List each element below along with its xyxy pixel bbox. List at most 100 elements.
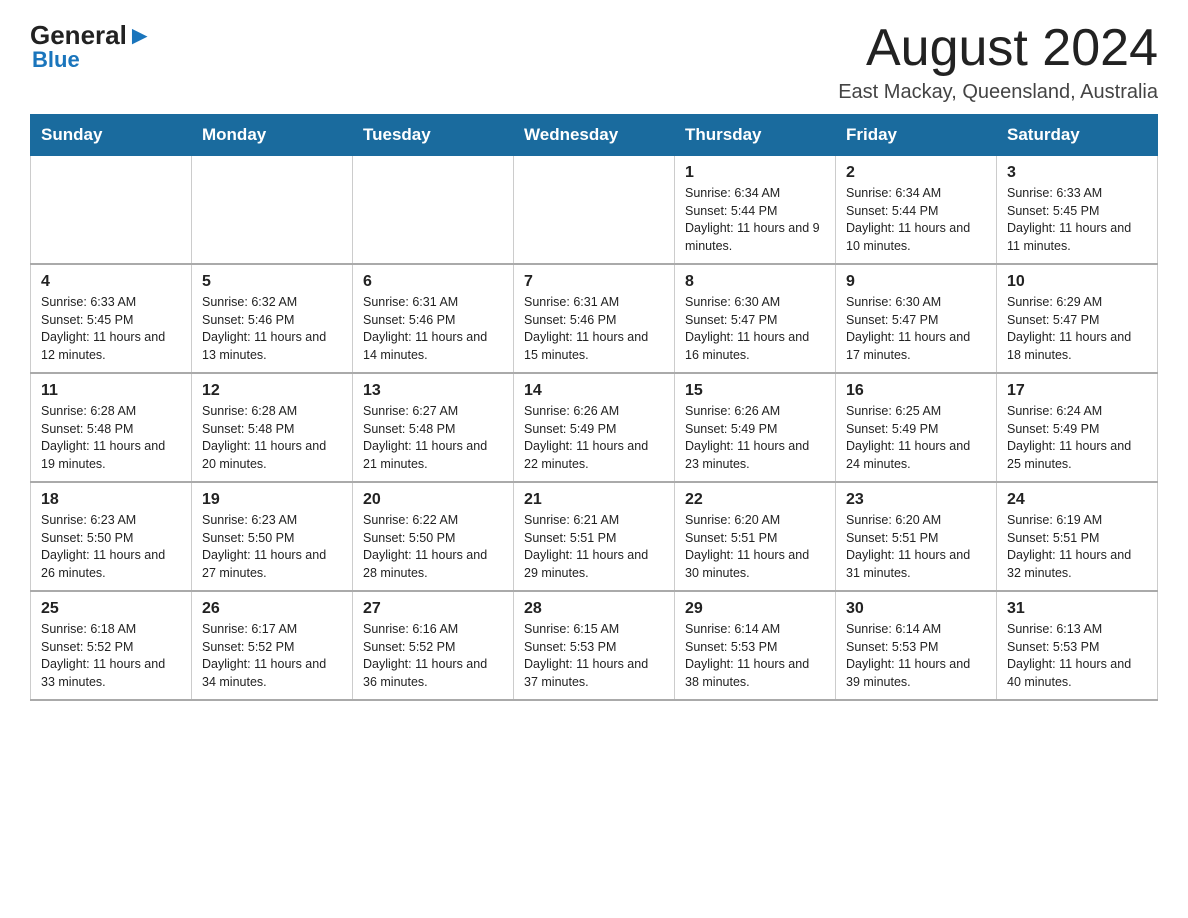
day-number: 8 [685, 273, 825, 291]
day-number: 13 [363, 382, 503, 400]
col-tuesday: Tuesday [353, 115, 514, 156]
day-number: 3 [1007, 164, 1147, 182]
day-info: Sunrise: 6:14 AMSunset: 5:53 PMDaylight:… [846, 622, 970, 689]
col-wednesday: Wednesday [514, 115, 675, 156]
calendar-week-5: 25Sunrise: 6:18 AMSunset: 5:52 PMDayligh… [31, 591, 1158, 700]
calendar-cell [514, 156, 675, 265]
day-number: 20 [363, 491, 503, 509]
day-info: Sunrise: 6:14 AMSunset: 5:53 PMDaylight:… [685, 622, 809, 689]
day-info: Sunrise: 6:32 AMSunset: 5:46 PMDaylight:… [202, 295, 326, 362]
calendar-cell: 28 Sunrise: 6:15 AMSunset: 5:53 PMDayligh… [514, 591, 675, 700]
day-info: Sunrise: 6:28 AMSunset: 5:48 PMDaylight:… [41, 404, 165, 471]
day-number: 12 [202, 382, 342, 400]
day-info: Sunrise: 6:33 AMSunset: 5:45 PMDaylight:… [1007, 186, 1131, 253]
day-number: 30 [846, 600, 986, 618]
day-number: 2 [846, 164, 986, 182]
calendar-cell [353, 156, 514, 265]
day-info: Sunrise: 6:23 AMSunset: 5:50 PMDaylight:… [202, 513, 326, 580]
calendar-cell: 29 Sunrise: 6:14 AMSunset: 5:53 PMDayligh… [675, 591, 836, 700]
calendar-cell: 25Sunrise: 6:18 AMSunset: 5:52 PMDayligh… [31, 591, 192, 700]
day-info: Sunrise: 6:34 AMSunset: 5:44 PMDaylight:… [685, 186, 820, 253]
calendar-cell: 1 Sunrise: 6:34 AMSunset: 5:44 PMDaylight… [675, 156, 836, 265]
calendar-cell: 17 Sunrise: 6:24 AMSunset: 5:49 PMDayligh… [997, 373, 1158, 482]
day-info: Sunrise: 6:26 AMSunset: 5:49 PMDaylight:… [685, 404, 809, 471]
day-number: 15 [685, 382, 825, 400]
day-number: 1 [685, 164, 825, 182]
calendar-cell: 16Sunrise: 6:25 AMSunset: 5:49 PMDayligh… [836, 373, 997, 482]
logo-blue-text: ► [127, 20, 153, 51]
col-saturday: Saturday [997, 115, 1158, 156]
day-info: Sunrise: 6:19 AMSunset: 5:51 PMDaylight:… [1007, 513, 1131, 580]
day-info: Sunrise: 6:27 AMSunset: 5:48 PMDaylight:… [363, 404, 487, 471]
day-info: Sunrise: 6:20 AMSunset: 5:51 PMDaylight:… [846, 513, 970, 580]
calendar-cell: 20 Sunrise: 6:22 AMSunset: 5:50 PMDayligh… [353, 482, 514, 591]
col-friday: Friday [836, 115, 997, 156]
day-info: Sunrise: 6:15 AMSunset: 5:53 PMDaylight:… [524, 622, 648, 689]
calendar-cell: 10Sunrise: 6:29 AMSunset: 5:47 PMDayligh… [997, 264, 1158, 373]
calendar-week-2: 4 Sunrise: 6:33 AMSunset: 5:45 PMDaylight… [31, 264, 1158, 373]
calendar-cell: 3 Sunrise: 6:33 AMSunset: 5:45 PMDaylight… [997, 156, 1158, 265]
day-number: 17 [1007, 382, 1147, 400]
calendar-cell: 8 Sunrise: 6:30 AMSunset: 5:47 PMDaylight… [675, 264, 836, 373]
day-number: 28 [524, 600, 664, 618]
day-number: 9 [846, 273, 986, 291]
calendar-cell: 4 Sunrise: 6:33 AMSunset: 5:45 PMDaylight… [31, 264, 192, 373]
logo-blue-label: Blue [30, 47, 80, 73]
day-number: 7 [524, 273, 664, 291]
day-number: 21 [524, 491, 664, 509]
day-info: Sunrise: 6:33 AMSunset: 5:45 PMDaylight:… [41, 295, 165, 362]
day-info: Sunrise: 6:30 AMSunset: 5:47 PMDaylight:… [846, 295, 970, 362]
day-info: Sunrise: 6:20 AMSunset: 5:51 PMDaylight:… [685, 513, 809, 580]
day-number: 22 [685, 491, 825, 509]
day-info: Sunrise: 6:31 AMSunset: 5:46 PMDaylight:… [524, 295, 648, 362]
calendar-cell: 21 Sunrise: 6:21 AMSunset: 5:51 PMDayligh… [514, 482, 675, 591]
calendar-cell: 6 Sunrise: 6:31 AMSunset: 5:46 PMDaylight… [353, 264, 514, 373]
col-sunday: Sunday [31, 115, 192, 156]
calendar-cell: 2Sunrise: 6:34 AMSunset: 5:44 PMDaylight… [836, 156, 997, 265]
calendar-subtitle: East Mackay, Queensland, Australia [838, 81, 1158, 104]
col-monday: Monday [192, 115, 353, 156]
day-info: Sunrise: 6:17 AMSunset: 5:52 PMDaylight:… [202, 622, 326, 689]
day-info: Sunrise: 6:31 AMSunset: 5:46 PMDaylight:… [363, 295, 487, 362]
calendar-cell: 5 Sunrise: 6:32 AMSunset: 5:46 PMDaylight… [192, 264, 353, 373]
day-number: 4 [41, 273, 181, 291]
day-number: 5 [202, 273, 342, 291]
calendar-cell: 22 Sunrise: 6:20 AMSunset: 5:51 PMDayligh… [675, 482, 836, 591]
day-number: 11 [41, 382, 181, 400]
day-number: 23 [846, 491, 986, 509]
calendar-cell: 19 Sunrise: 6:23 AMSunset: 5:50 PMDayligh… [192, 482, 353, 591]
calendar-cell: 15 Sunrise: 6:26 AMSunset: 5:49 PMDayligh… [675, 373, 836, 482]
calendar-cell [192, 156, 353, 265]
calendar-cell [31, 156, 192, 265]
day-number: 10 [1007, 273, 1147, 291]
title-block: August 2024 East Mackay, Queensland, Aus… [838, 20, 1158, 104]
calendar-title: August 2024 [838, 20, 1158, 77]
day-info: Sunrise: 6:28 AMSunset: 5:48 PMDaylight:… [202, 404, 326, 471]
page-header: General ► Blue August 2024 East Mackay, … [30, 20, 1158, 104]
calendar-cell: 18 Sunrise: 6:23 AMSunset: 5:50 PMDayligh… [31, 482, 192, 591]
calendar-cell: 12 Sunrise: 6:28 AMSunset: 5:48 PMDayligh… [192, 373, 353, 482]
calendar-cell: 9 Sunrise: 6:30 AMSunset: 5:47 PMDaylight… [836, 264, 997, 373]
calendar-cell: 14Sunrise: 6:26 AMSunset: 5:49 PMDayligh… [514, 373, 675, 482]
day-number: 29 [685, 600, 825, 618]
calendar-cell: 23 Sunrise: 6:20 AMSunset: 5:51 PMDayligh… [836, 482, 997, 591]
calendar-cell: 7 Sunrise: 6:31 AMSunset: 5:46 PMDaylight… [514, 264, 675, 373]
day-info: Sunrise: 6:26 AMSunset: 5:49 PMDaylight:… [524, 404, 648, 471]
calendar-body: 1 Sunrise: 6:34 AMSunset: 5:44 PMDaylight… [31, 156, 1158, 701]
calendar-header: Sunday Monday Tuesday Wednesday Thursday… [31, 115, 1158, 156]
day-number: 31 [1007, 600, 1147, 618]
day-number: 27 [363, 600, 503, 618]
calendar-cell: 30 Sunrise: 6:14 AMSunset: 5:53 PMDayligh… [836, 591, 997, 700]
day-number: 19 [202, 491, 342, 509]
day-info: Sunrise: 6:23 AMSunset: 5:50 PMDaylight:… [41, 513, 165, 580]
day-info: Sunrise: 6:22 AMSunset: 5:50 PMDaylight:… [363, 513, 487, 580]
day-info: Sunrise: 6:18 AMSunset: 5:52 PMDaylight:… [41, 622, 165, 689]
day-number: 18 [41, 491, 181, 509]
calendar-cell: 24Sunrise: 6:19 AMSunset: 5:51 PMDayligh… [997, 482, 1158, 591]
calendar-cell: 26Sunrise: 6:17 AMSunset: 5:52 PMDayligh… [192, 591, 353, 700]
day-number: 6 [363, 273, 503, 291]
day-info: Sunrise: 6:16 AMSunset: 5:52 PMDaylight:… [363, 622, 487, 689]
day-info: Sunrise: 6:24 AMSunset: 5:49 PMDaylight:… [1007, 404, 1131, 471]
day-info: Sunrise: 6:21 AMSunset: 5:51 PMDaylight:… [524, 513, 648, 580]
day-info: Sunrise: 6:30 AMSunset: 5:47 PMDaylight:… [685, 295, 809, 362]
